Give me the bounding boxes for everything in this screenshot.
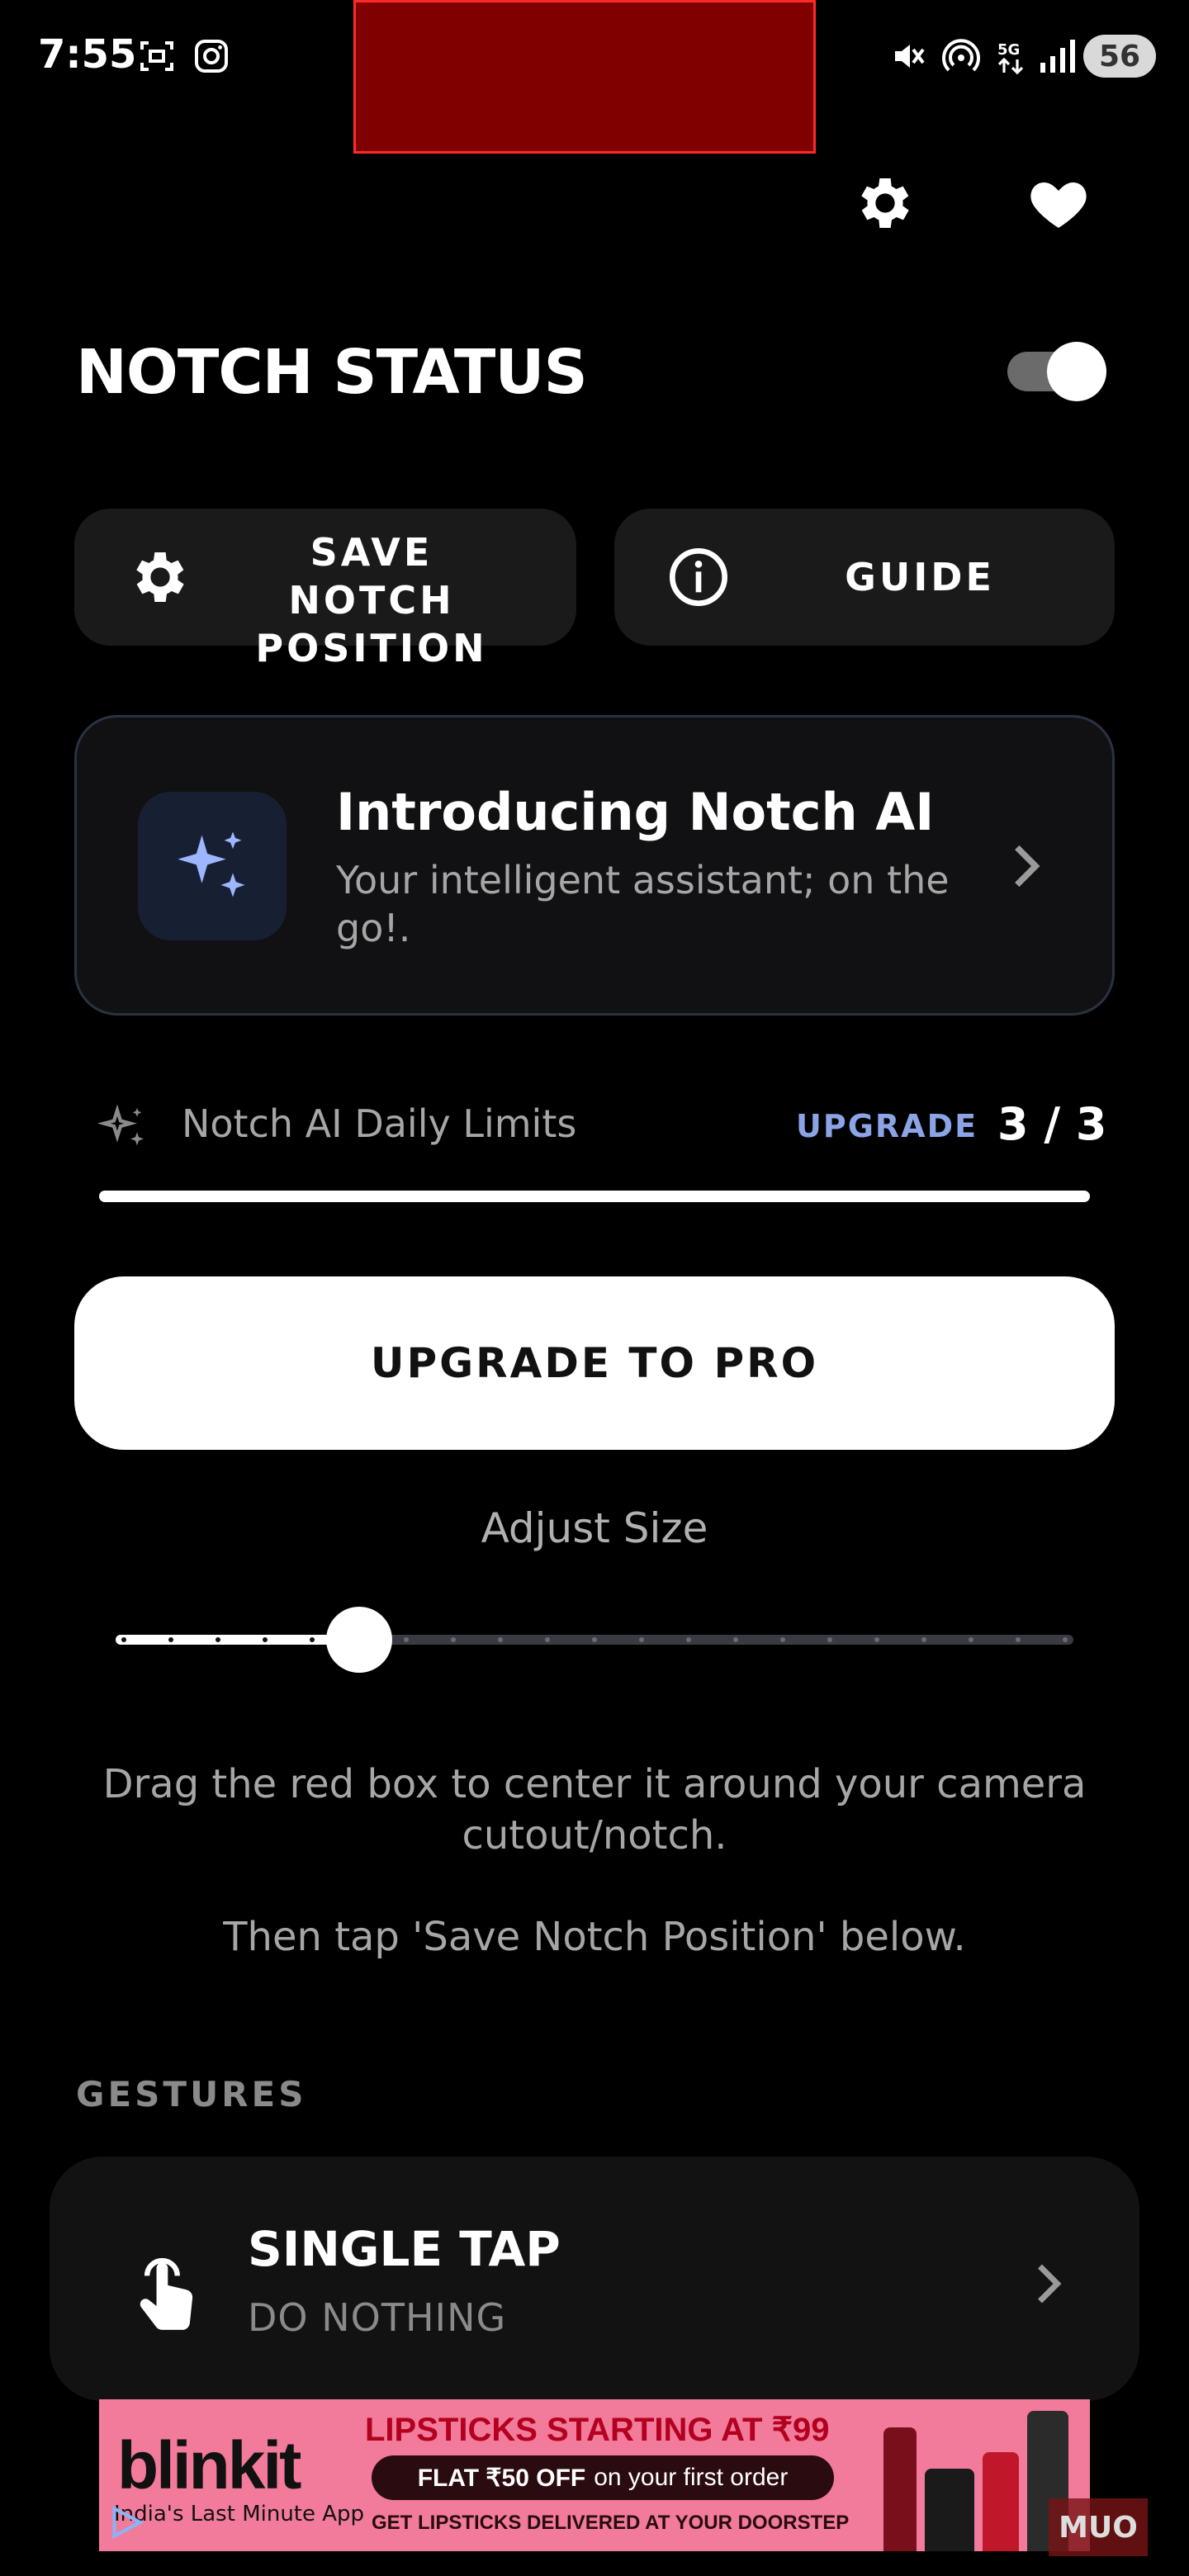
slider-tick (451, 1637, 456, 1642)
slider-tick (686, 1637, 691, 1642)
daily-limits-progress-bar (99, 1191, 1090, 1202)
ad-headline: LIPSTICKS STARTING AT ₹99 (365, 2412, 830, 2448)
upgrade-link[interactable]: UPGRADE (796, 1108, 978, 1144)
notch-ai-card[interactable]: Introducing Notch AI Your intelligent as… (74, 715, 1115, 1016)
slider-tick (592, 1637, 597, 1642)
slider-tick (404, 1637, 409, 1642)
ad-offer-bold: FLAT ₹50 OFF (417, 2464, 586, 2492)
notch-ai-title: Introducing Notch AI (336, 782, 935, 842)
ad-banner[interactable]: blinkit India's Last Minute App LIPSTICK… (99, 2399, 1090, 2551)
notch-ai-subtitle: Your intelligent assistant; on the go!. (336, 858, 950, 950)
single-tap-title: SINGLE TAP (248, 2221, 561, 2277)
ad-footer-text: GET LIPSTICKS DELIVERED AT YOUR DOORSTEP (372, 2512, 850, 2534)
ad-offer-rest: on your first order (594, 2464, 789, 2491)
slider-fill (116, 1635, 359, 1645)
lipstick-case-image (925, 2469, 974, 2551)
chevron-right-icon (1015, 845, 1040, 888)
slider-tick (263, 1637, 268, 1642)
network-5g-icon: 5G (997, 41, 1024, 75)
svg-text:5G: 5G (997, 41, 1020, 59)
slider-thumb[interactable] (326, 1607, 392, 1673)
slider-tick (733, 1637, 738, 1642)
ad-brand-logo: blinkit (117, 2428, 301, 2503)
save-notch-position-label: SAVE NOTCH POSITION (255, 530, 488, 670)
instagram-icon (195, 40, 228, 73)
guide-button[interactable]: GUIDE (614, 509, 1115, 646)
slider-tick (216, 1637, 220, 1642)
daily-limits-label: Notch AI Daily Limits (182, 1101, 577, 1146)
slider-tick (1016, 1637, 1021, 1642)
slider-tick (1063, 1637, 1068, 1642)
upgrade-to-pro-button[interactable]: UPGRADE TO PRO (74, 1276, 1115, 1450)
lip-gloss-image (983, 2452, 1019, 2551)
daily-limits-count: 3 / 3 (997, 1098, 1107, 1150)
gestures-section-title: GESTURES (76, 2074, 307, 2114)
adjust-size-slider[interactable] (116, 1607, 1073, 1673)
slider-tick (780, 1637, 785, 1642)
slider-tick (921, 1637, 926, 1642)
settings-gear-icon[interactable] (852, 170, 918, 236)
toggle-thumb (1047, 342, 1106, 401)
signal-icon (1040, 40, 1075, 73)
slider-tick (545, 1637, 550, 1642)
instruction-save-text: Then tap 'Save Notch Position' below. (223, 1914, 966, 1960)
notch-status-toggle[interactable] (1007, 342, 1106, 401)
screenshot-icon (140, 41, 173, 71)
info-icon (670, 548, 727, 606)
instruction-drag-text: Drag the red box to center it around you… (102, 1761, 1087, 1859)
sparkles-outline-icon (97, 1104, 144, 1146)
guide-label: GUIDE (845, 555, 995, 599)
lipstick-image (883, 2427, 917, 2551)
battery-indicator: 56 (1083, 35, 1156, 78)
ad-offer-pill: FLAT ₹50 OFF on your first order (372, 2455, 834, 2500)
slider-tick (121, 1637, 126, 1642)
single-tap-gesture-row[interactable]: SINGLE TAP DO NOTHING (50, 2157, 1139, 2401)
ad-choices-icon[interactable] (106, 2502, 147, 2543)
slider-tick (498, 1637, 503, 1642)
favorite-heart-icon[interactable] (1026, 170, 1092, 236)
save-notch-position-button[interactable]: SAVE NOTCH POSITION (74, 509, 576, 670)
vibrate-mute-icon (895, 45, 925, 68)
slider-tick (969, 1637, 973, 1642)
chevron-right-icon (1038, 2264, 1062, 2304)
slider-tick (168, 1637, 173, 1642)
watermark-logo: MUO (1049, 2498, 1148, 2556)
ai-icon-container (138, 792, 287, 940)
notch-status-title: NOTCH STATUS (76, 337, 588, 408)
slider-tick (874, 1637, 879, 1642)
single-tap-value: DO NOTHING (248, 2295, 507, 2340)
slider-tick (310, 1637, 315, 1642)
adjust-size-label: Adjust Size (481, 1504, 708, 1552)
sparkles-icon (178, 831, 245, 897)
touch-hand-icon (140, 2257, 193, 2330)
slider-tick (639, 1637, 644, 1642)
status-time: 7:55 (38, 31, 137, 78)
gear-icon (136, 552, 184, 602)
notch-position-box[interactable] (353, 0, 816, 154)
ad-tagline: India's Last Minute App (114, 2502, 365, 2526)
hotspot-icon (942, 39, 980, 72)
slider-tick (827, 1637, 832, 1642)
